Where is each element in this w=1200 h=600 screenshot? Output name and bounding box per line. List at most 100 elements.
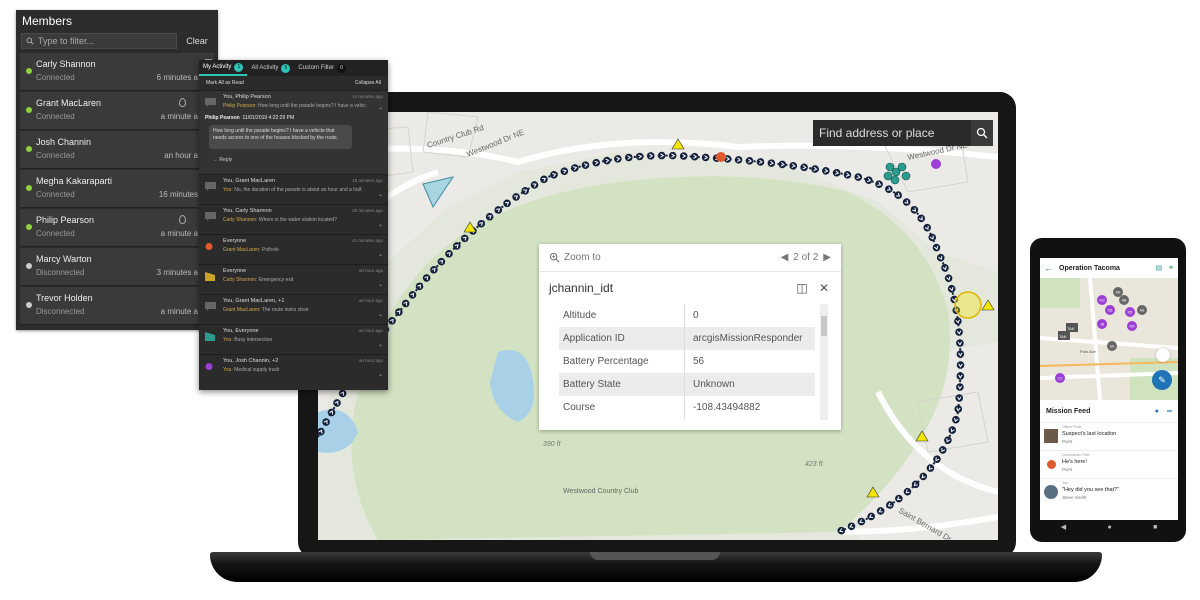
nav-recent-icon[interactable]: ■: [1153, 524, 1157, 531]
svg-text:CB: CB: [1108, 309, 1114, 313]
location-pin-icon[interactable]: [179, 98, 186, 107]
chevron-down-icon[interactable]: ⌄: [378, 221, 383, 228]
attribute-key: Application ID: [559, 327, 685, 350]
search-icon[interactable]: [971, 120, 993, 146]
activity-item[interactable]: Everyone Carly Shannon: Emergency exit an …: [199, 264, 388, 294]
reply-button[interactable]: ← Reply: [213, 157, 232, 163]
activity-tabs: My Activity 1 All Activity 5 Custom Filt…: [199, 60, 388, 76]
avatar-marker[interactable]: KD: [1125, 307, 1135, 317]
chevron-down-icon[interactable]: ⌄: [378, 281, 383, 288]
phone-screen: ← Operation Tacoma ▤ ⚭ Park Ave GG SN AB KD…: [1040, 258, 1178, 520]
address-search-placeholder[interactable]: Find address or place: [813, 126, 971, 140]
locate-icon[interactable]: [1156, 348, 1170, 362]
avatar-marker[interactable]: AS: [1137, 305, 1147, 315]
activity-preview: Carly Shannon: Emergency exit: [223, 277, 294, 283]
activity-item[interactable]: You, Grant MacLaren, +1 Grant MacLaren: T…: [199, 294, 388, 324]
chevron-down-icon[interactable]: ⌄: [378, 371, 383, 378]
member-row[interactable]: Marcy Warton Disconnected 3 minutes a: [20, 248, 214, 286]
phone-map[interactable]: Park Ave GG SN AB KD CB JB RS AS SS CC TAK TAK ✎: [1040, 278, 1178, 400]
feed-item[interactable]: You "Hey did you see that?" Steve Smith: [1040, 478, 1178, 506]
route-point-marker[interactable]: [657, 151, 666, 160]
feed-item[interactable]: Commander Pete He's here! Point: [1040, 450, 1178, 478]
dock-icon[interactable]: ◫: [795, 281, 809, 295]
location-pin-icon[interactable]: [179, 215, 186, 224]
popup-title: jchannin_idt: [549, 281, 614, 295]
activity-item[interactable]: You, Josh Channin, +2 You: Medical supply…: [199, 354, 388, 384]
avatar-marker[interactable]: JB: [1097, 319, 1107, 329]
member-row[interactable]: Josh Channin Connected an hour a: [20, 131, 214, 169]
edit-button[interactable]: ✎: [1152, 370, 1172, 390]
activity-item[interactable]: You, Everyone You: Busy intersection an ho…: [199, 324, 388, 354]
popup-action-bar: Zoom to ◀ 2 of 2 ▶: [539, 244, 841, 272]
member-row[interactable]: Trevor Holden Disconnected a minute a: [20, 287, 214, 325]
activity-preview: You: Busy intersection: [223, 337, 273, 343]
tab-count-badge: 1: [234, 62, 244, 72]
popup-scrollbar[interactable]: [820, 304, 828, 420]
tab-my-activity[interactable]: My Activity 1: [199, 60, 248, 76]
link-icon[interactable]: ∞: [1167, 408, 1172, 415]
avatar-marker[interactable]: GG: [1097, 295, 1107, 305]
elevation-label-423: 423 ft: [805, 461, 824, 468]
avatar-marker[interactable]: CB: [1105, 305, 1115, 315]
activity-sender: You: [223, 337, 232, 343]
member-row[interactable]: Megha Kakaraparti Connected 16 minutes: [20, 170, 214, 208]
chevron-down-icon[interactable]: ⌄: [378, 311, 383, 318]
address-search[interactable]: Find address or place: [813, 120, 993, 146]
svg-text:KD: KD: [1128, 311, 1133, 315]
attribute-value: 0: [693, 310, 699, 321]
purple-point-marker[interactable]: [931, 159, 941, 169]
avatar-marker[interactable]: SN: [1113, 287, 1123, 297]
mark-all-read-link[interactable]: Mark All as Read: [206, 80, 244, 86]
chat-icon[interactable]: ▤: [1156, 264, 1163, 272]
user-icon[interactable]: ●: [1155, 408, 1159, 415]
orange-point-marker[interactable]: [716, 152, 726, 162]
member-filter-input[interactable]: Type to filter...: [21, 33, 177, 49]
tab-custom-filter[interactable]: Custom Filter 0: [294, 60, 350, 76]
phone-nav-bar: ◀ ● ■: [1040, 520, 1178, 534]
avatar-marker[interactable]: RS: [1127, 321, 1137, 331]
previous-feature-icon[interactable]: ◀: [781, 252, 789, 263]
avatar-marker[interactable]: AB: [1119, 295, 1129, 305]
map-view[interactable]: Country Club Rd Westwood Dr NE Westwood …: [318, 112, 998, 540]
zoom-to-button[interactable]: Zoom to: [549, 252, 781, 263]
next-feature-icon[interactable]: ▶: [823, 252, 831, 263]
scrollbar-thumb[interactable]: [821, 316, 827, 336]
chevron-down-icon[interactable]: ⌄: [378, 191, 383, 198]
member-status: Connected: [36, 151, 75, 160]
avatar-marker[interactable]: CC: [1055, 373, 1065, 383]
phone-header: ← Operation Tacoma ▤ ⚭: [1040, 258, 1178, 278]
zoom-icon: [549, 252, 560, 263]
search-icon: [26, 37, 34, 45]
attribute-value: arcgisMissionResponder: [693, 333, 803, 344]
route-point-marker[interactable]: [956, 361, 965, 369]
close-icon[interactable]: ✕: [817, 281, 831, 295]
share-icon[interactable]: ⚭: [1168, 264, 1174, 272]
bubble-time: 11/01/2019 4:22:29 PM: [242, 115, 295, 121]
phone-map-street-label: Park Ave: [1080, 349, 1097, 354]
chevron-up-icon[interactable]: ⌃: [378, 107, 383, 114]
attribute-row: Course -108.43494882: [559, 396, 815, 419]
status-dot: [26, 263, 32, 269]
activity-preview-text: No, the duration of the parade is about …: [234, 187, 363, 193]
activity-item[interactable]: You, Grant MacLaren You: No, the duration…: [199, 174, 388, 204]
collapse-all-link[interactable]: Collapse All: [355, 80, 381, 86]
activity-item[interactable]: Everyone Grant MacLaren: Pothole 41 minute…: [199, 234, 388, 264]
chevron-down-icon[interactable]: ⌄: [378, 251, 383, 258]
nav-back-icon[interactable]: ◀: [1061, 523, 1066, 531]
member-row[interactable]: Grant MacLaren Connected a minute a: [20, 92, 214, 130]
feed-item[interactable]: Officer Rose Suspect's last location Poi…: [1040, 422, 1178, 450]
back-arrow-icon[interactable]: ←: [1044, 263, 1053, 273]
nav-home-icon[interactable]: ●: [1107, 524, 1111, 531]
activity-item[interactable]: You, Carly Shannon Carly Shannon: Where i…: [199, 204, 388, 234]
tab-all-activity[interactable]: All Activity 5: [247, 60, 294, 76]
chevron-down-icon[interactable]: ⌄: [378, 341, 383, 348]
member-row[interactable]: Philip Pearson Connected a minute a: [20, 209, 214, 247]
activity-sender: You: [223, 187, 232, 193]
avatar-marker[interactable]: SS: [1107, 341, 1117, 351]
member-filter-row: Type to filter... Clear: [16, 30, 218, 52]
activity-item-expanded[interactable]: You, Philip Pearson Philip Pearson: How …: [199, 90, 388, 174]
member-row[interactable]: Carly Shannon Connected 6 minutes a: [20, 53, 214, 91]
svg-text:SS: SS: [1110, 345, 1115, 349]
point-icon: [205, 243, 213, 250]
clear-filter-button[interactable]: Clear: [181, 36, 213, 46]
